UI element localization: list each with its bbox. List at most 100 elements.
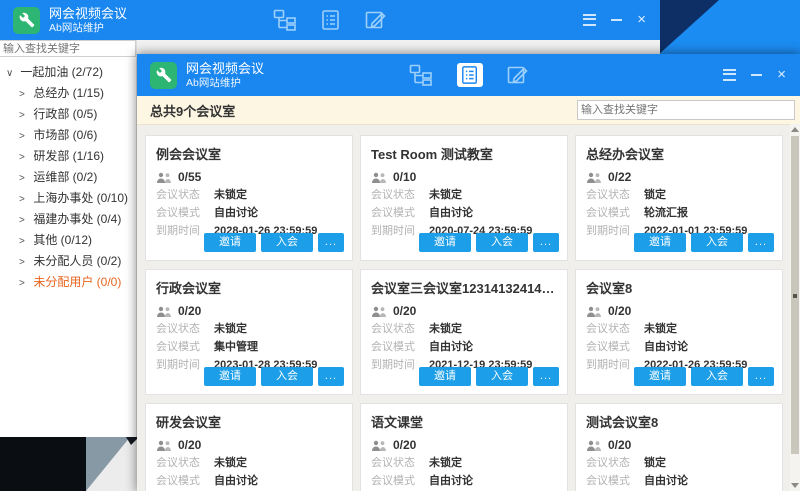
people-icon	[586, 440, 602, 451]
more-button[interactable]: ...	[533, 367, 559, 386]
tree-expander-icon[interactable]: >	[19, 210, 30, 231]
mode-label: 会议模式	[586, 207, 644, 220]
invite-button[interactable]: 邀请	[634, 233, 686, 252]
meeting-room-card: 总经办会议室 0/22 会议状态 锁定 会议模式 轮流汇报 到期时间 2022-…	[575, 135, 783, 261]
invite-button[interactable]: 邀请	[204, 233, 256, 252]
more-button[interactable]: ...	[533, 233, 559, 252]
tree-expander-icon[interactable]: >	[19, 273, 30, 294]
tree-expander-icon[interactable]: >	[19, 147, 30, 168]
sidebar-tree-item[interactable]: > 行政部 (0/5)	[0, 104, 136, 125]
sidebar-search-input[interactable]	[0, 40, 136, 57]
mode-label: 会议模式	[371, 475, 429, 488]
room-capacity: 0/20	[393, 304, 416, 318]
sidebar-tree-item[interactable]: > 总经办 (1/15)	[0, 83, 136, 104]
menu-icon[interactable]	[583, 13, 596, 27]
minimize-icon[interactable]	[611, 13, 622, 27]
card-actions: 邀请 入会 ...	[204, 233, 344, 252]
mode-label: 会议模式	[371, 341, 429, 354]
status-value: 未锁定	[214, 457, 247, 470]
status-label: 会议状态	[371, 323, 429, 336]
join-button[interactable]: 入会	[476, 367, 528, 386]
sidebar-tree-item[interactable]: > 福建办事处 (0/4)	[0, 209, 136, 230]
meeting-room-card: 测试会议室8 0/20 会议状态 锁定 会议模式 自由讨论 到期时间 2021-…	[575, 403, 783, 491]
invite-button[interactable]: 邀请	[419, 233, 471, 252]
status-label: 会议状态	[156, 323, 214, 336]
vertical-scrollbar[interactable]	[790, 124, 800, 491]
org-chart-icon[interactable]	[273, 9, 297, 31]
app-logo	[13, 7, 40, 34]
join-button[interactable]: 入会	[476, 233, 528, 252]
back-toolbar	[273, 0, 387, 40]
minimize-icon[interactable]	[751, 68, 762, 82]
mode-value: 自由讨论	[644, 475, 688, 488]
summary-bar: 总共9个会议室	[137, 96, 800, 125]
join-button[interactable]: 入会	[261, 367, 313, 386]
join-button[interactable]: 入会	[261, 233, 313, 252]
more-button[interactable]: ...	[748, 233, 774, 252]
meeting-room-card: 研发会议室 0/20 会议状态 未锁定 会议模式 自由讨论 到期时间 2022-…	[145, 403, 353, 491]
app-logo	[150, 62, 177, 89]
sidebar-tree-item[interactable]: > 研发部 (1/16)	[0, 146, 136, 167]
sidebar-tree-item[interactable]: > 运维部 (0/2)	[0, 167, 136, 188]
room-grid: 例会会议室 0/55 会议状态 未锁定 会议模式 自由讨论 到期时间 2028-…	[145, 135, 800, 491]
tree-expander-icon[interactable]: >	[19, 126, 30, 147]
room-capacity-row: 0/20	[586, 438, 772, 452]
room-name: 总经办会议室	[586, 144, 772, 163]
list-icon-selected[interactable]	[457, 63, 483, 87]
edit-icon[interactable]	[507, 64, 529, 86]
tree-expander-icon[interactable]: >	[19, 84, 30, 105]
org-chart-icon[interactable]	[409, 64, 433, 86]
window-subtitle: Ab网站维护	[186, 77, 264, 89]
tree-expander-icon[interactable]: >	[19, 252, 30, 273]
room-name: 测试会议室8	[586, 412, 772, 431]
invite-button[interactable]: 邀请	[634, 367, 686, 386]
tree-item-label: 未分配用户 (0/0)	[33, 275, 121, 289]
more-button[interactable]: ...	[318, 367, 344, 386]
scrollbar-thumb[interactable]	[791, 136, 799, 454]
desktop-wallpaper-top-right	[655, 0, 800, 56]
tree-item-label: 一起加油 (2/72)	[20, 65, 103, 79]
mode-label: 会议模式	[156, 341, 214, 354]
mode-value: 集中管理	[214, 341, 258, 354]
close-icon[interactable]: ×	[777, 68, 786, 82]
people-icon	[586, 172, 602, 183]
tree-expander-icon[interactable]: >	[19, 168, 30, 189]
meeting-room-card: 例会会议室 0/55 会议状态 未锁定 会议模式 自由讨论 到期时间 2028-…	[145, 135, 353, 261]
people-icon	[156, 440, 172, 451]
wrench-icon	[156, 67, 172, 83]
sidebar-tree-item[interactable]: > 未分配人员 (0/2)	[0, 251, 136, 272]
mode-value: 自由讨论	[644, 341, 688, 354]
sidebar-tree-item[interactable]: > 市场部 (0/6)	[0, 125, 136, 146]
more-button[interactable]: ...	[318, 233, 344, 252]
tree-expander-icon[interactable]: ∨	[6, 63, 17, 84]
status-label: 会议状态	[156, 189, 214, 202]
room-capacity: 0/22	[608, 170, 631, 184]
edit-icon[interactable]	[365, 9, 387, 31]
front-window-titles: 网会视频会议 Ab网站维护	[186, 61, 264, 89]
scroll-up-icon[interactable]	[791, 127, 799, 132]
sidebar-tree-item[interactable]: > 其他 (0/12)	[0, 230, 136, 251]
invite-button[interactable]: 邀请	[204, 367, 256, 386]
menu-icon[interactable]	[723, 68, 736, 82]
invite-button[interactable]: 邀请	[419, 367, 471, 386]
scroll-down-icon[interactable]	[791, 483, 799, 488]
close-icon[interactable]: ×	[637, 13, 646, 27]
front-window: 网会视频会议 Ab网站维护	[137, 54, 800, 491]
sidebar-tree-item[interactable]: ∨ 一起加油 (2/72)	[0, 62, 136, 83]
room-capacity: 0/20	[178, 304, 201, 318]
meeting-room-card: 会议室三会议室123141324141三会... 0/20 会议状态 未锁定 会…	[360, 269, 568, 395]
sidebar-tree-item[interactable]: > 未分配用户 (0/0)	[0, 272, 136, 293]
list-icon[interactable]	[321, 9, 341, 31]
meeting-room-card: 语文课堂 0/20 会议状态 未锁定 会议模式 自由讨论 到期时间 2022-0…	[360, 403, 568, 491]
room-search-input[interactable]	[577, 100, 795, 120]
tree-expander-icon[interactable]: >	[19, 105, 30, 126]
window-subtitle: Ab网站维护	[49, 22, 127, 34]
join-button[interactable]: 入会	[691, 233, 743, 252]
tree-item-label: 运维部 (0/2)	[33, 170, 97, 184]
more-button[interactable]: ...	[748, 367, 774, 386]
tree-expander-icon[interactable]: >	[19, 231, 30, 252]
sidebar-tree-item[interactable]: > 上海办事处 (0/10)	[0, 188, 136, 209]
join-button[interactable]: 入会	[691, 367, 743, 386]
room-capacity-row: 0/55	[156, 170, 342, 184]
tree-expander-icon[interactable]: >	[19, 189, 30, 210]
